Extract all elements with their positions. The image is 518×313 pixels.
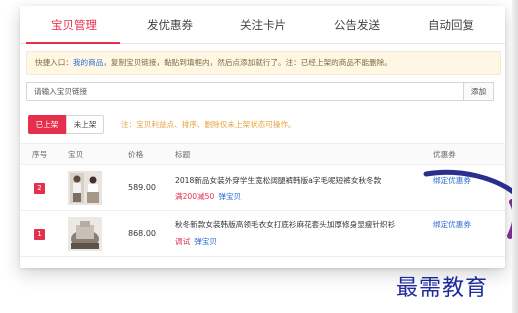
product-thumbnail[interactable] [68,171,102,205]
notice-text: ，复制宝贝链接，黏贴到填框内，然后点添加就行了。注：已经上架的商品不能删除。 [103,58,392,67]
notice-prefix: 快捷入口： [35,58,73,67]
row-pop-product-link[interactable]: 弹宝贝 [194,237,217,246]
tab-send-coupons[interactable]: 发优惠券 [147,17,193,33]
add-button[interactable]: 添加 [463,82,494,101]
tab-follow-card[interactable]: 关注卡片 [240,17,286,33]
product-thumbnail[interactable] [68,217,102,251]
annotation-arrow-icon [423,169,518,239]
row-price: 589.00 [128,183,156,192]
row-title: 2018新品女装外穿学生宽松阔腿裤韩版a字毛呢短裤女秋冬款 [175,176,382,185]
header-price: 价格 [128,150,144,159]
active-tab-indicator [26,42,120,44]
filter-on-shelf[interactable]: 已上架 [28,115,66,134]
row-index-badge: 2 [34,183,45,194]
filter-note: 注：宝贝利益点、排序、删除仅未上架状态可操作。 [121,120,296,129]
row-index-badge: 1 [34,229,45,240]
row-pop-product-link[interactable]: 弹宝贝 [218,192,241,201]
tab-announcement[interactable]: 公告发送 [334,17,380,33]
my-products-link[interactable]: 我的商品 [73,58,103,67]
tab-product-management[interactable]: 宝贝管理 [51,17,97,33]
row-benefit-tag: 满200减50 [175,192,215,201]
row-tags: 满200减50 弹宝贝 [175,191,241,202]
header-index: 序号 [32,150,48,159]
header-product: 宝贝 [68,150,84,159]
filter-off-shelf[interactable]: 未上架 [66,115,104,134]
header-title: 标题 [175,150,191,159]
screen-edge [512,0,518,313]
watermark-logo: 最需教育 [396,276,489,301]
row-tags: 调试 弹宝贝 [175,236,217,247]
tab-bar: 宝贝管理 发优惠券 关注卡片 公告发送 自动回复 [20,6,505,44]
tab-auto-reply[interactable]: 自动回复 [428,17,474,33]
row-benefit-tag: 调试 [175,237,191,246]
row-title: 秋冬新款女装韩版高领毛衣女打底衫麻花套头加厚修身显瘦针织衫 [175,220,396,229]
product-link-input[interactable]: 请输入宝贝链接 [26,82,466,101]
notice-bar: 快捷入口：我的商品，复制宝贝链接，黏贴到填框内，然后点添加就行了。注：已经上架的… [26,51,501,75]
row-price: 868.00 [128,229,156,238]
